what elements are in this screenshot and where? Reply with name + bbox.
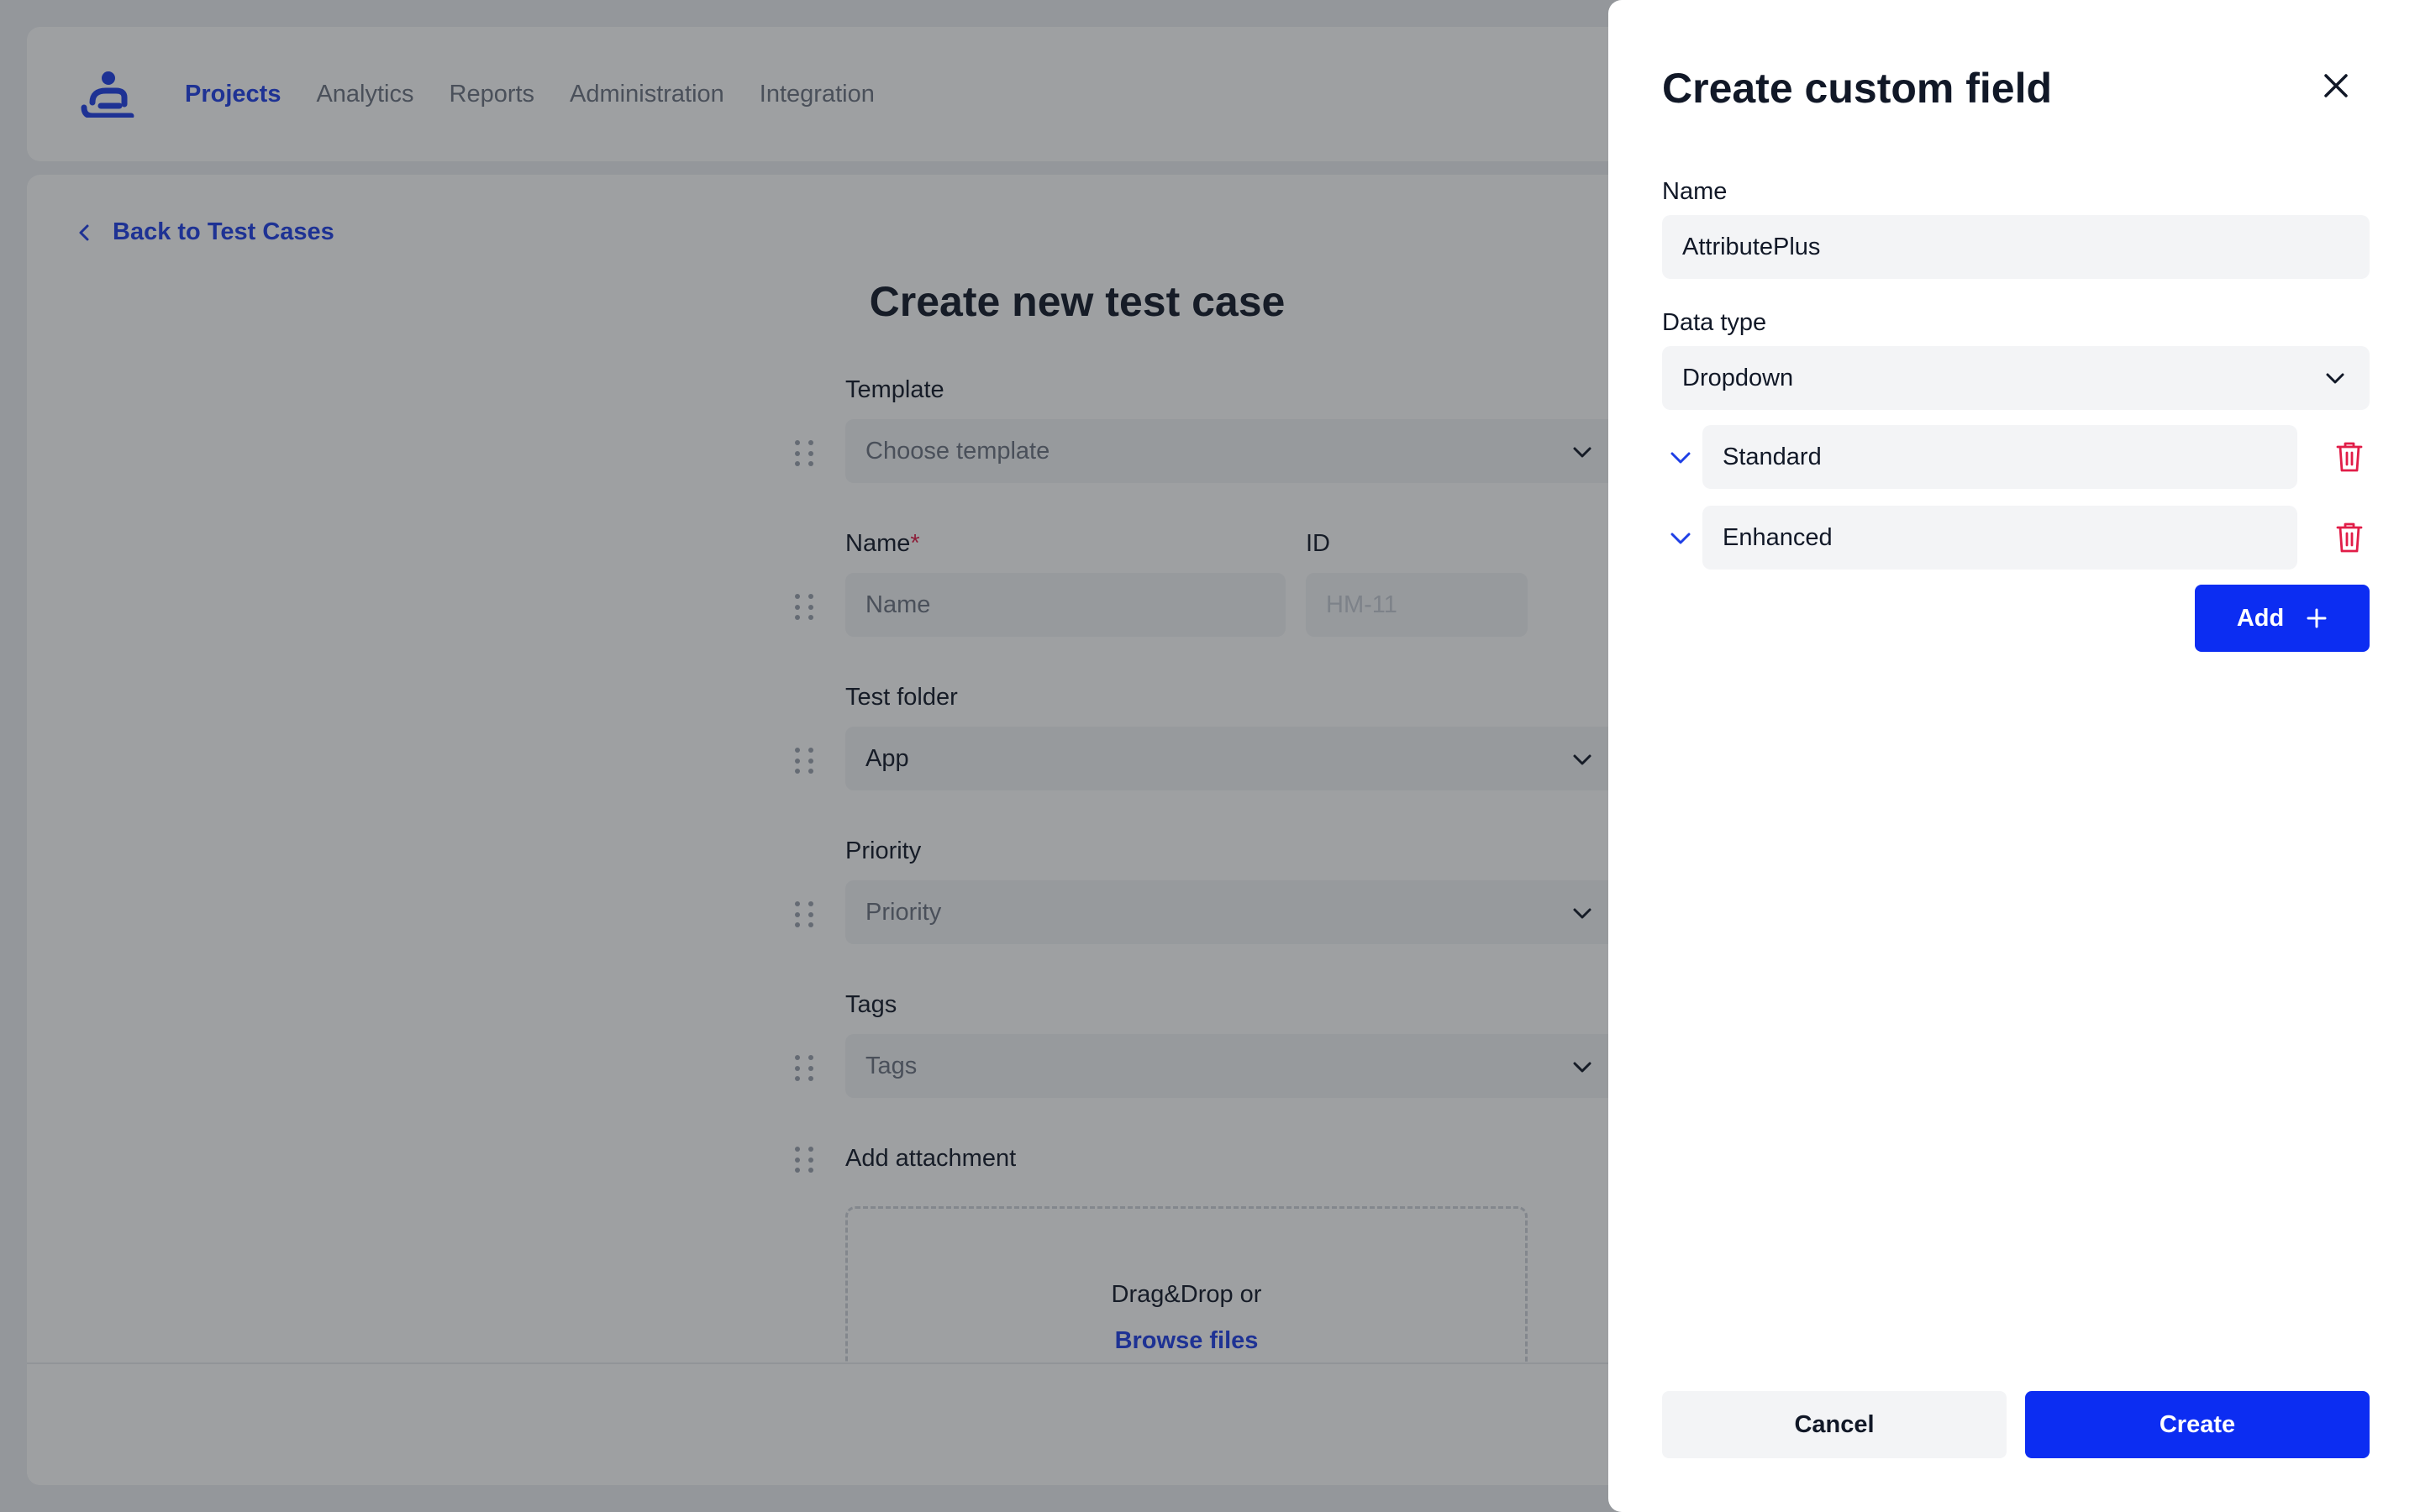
plus-icon [2307,608,2327,628]
add-button-label: Add [2236,604,2285,632]
option-value: Enhanced [1723,523,1833,551]
chevron-down-icon[interactable] [1669,528,1692,549]
data-type-label: Data type [1662,309,1767,336]
custom-field-name-label: Name [1662,178,1728,205]
option-input[interactable]: Enhanced [1702,506,2297,570]
create-button[interactable]: Create [2025,1391,2370,1458]
option-value: Standard [1723,443,1822,470]
panel-title: Create custom field [1662,65,2053,112]
custom-field-name-input[interactable]: AttributePlus [1662,215,2370,279]
trash-icon[interactable] [2334,440,2365,474]
cancel-button-label: Cancel [1794,1410,1875,1438]
create-custom-field-panel: Create custom field Name AttributePlus D… [1608,0,2420,1512]
custom-field-name-value: AttributePlus [1682,233,1821,260]
trash-icon[interactable] [2334,521,2365,554]
dropdown-option-row: Enhanced [1662,506,2370,570]
data-type-value: Dropdown [1682,364,1794,391]
close-icon[interactable] [2319,69,2353,102]
data-type-select[interactable]: Dropdown [1662,346,2370,410]
option-input[interactable]: Standard [1702,425,2297,489]
dropdown-option-row: Standard [1662,425,2370,489]
chevron-down-icon [2326,373,2344,384]
chevron-down-icon[interactable] [1669,447,1692,469]
cancel-button[interactable]: Cancel [1662,1391,2007,1458]
create-button-label: Create [2159,1410,2236,1438]
add-option-button[interactable]: Add [2195,585,2370,652]
